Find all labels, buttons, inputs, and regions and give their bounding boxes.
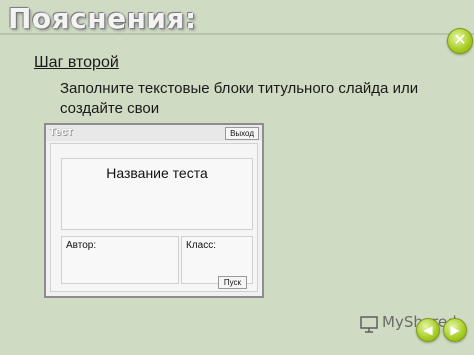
instruction-text: Заполните текстовые блоки титульного сла… — [60, 80, 419, 117]
preview-exit-button: Выход — [225, 127, 259, 140]
previous-slide-button[interactable]: ◀ — [416, 318, 440, 342]
step-heading: Шаг второй — [34, 54, 119, 71]
close-button[interactable]: ✕ — [447, 28, 473, 54]
test-window-preview: Тест Выход Название теста Автор: Класс: … — [44, 123, 264, 298]
slide: Пояснения: ✕ Шаг второй Заполните тексто… — [0, 0, 474, 355]
slide-title: Пояснения: — [8, 2, 197, 35]
arrow-right-icon: ▶ — [450, 323, 460, 337]
close-icon: ✕ — [453, 32, 467, 49]
preview-window-title: Тест — [49, 126, 73, 138]
author-textbox: Автор: — [61, 236, 179, 284]
preview-titlebar: Тест Выход — [46, 125, 262, 141]
next-slide-button[interactable]: ▶ — [443, 318, 467, 342]
class-label: Класс: — [186, 240, 216, 251]
test-name-textbox: Название теста — [61, 158, 253, 230]
preview-body: Название теста Автор: Класс: Пуск — [50, 143, 258, 292]
arrow-left-icon: ◀ — [423, 323, 433, 337]
test-name-text: Название теста — [106, 165, 208, 181]
author-label: Автор: — [66, 240, 97, 251]
preview-start-button: Пуск — [217, 276, 247, 289]
title-divider — [0, 33, 474, 35]
